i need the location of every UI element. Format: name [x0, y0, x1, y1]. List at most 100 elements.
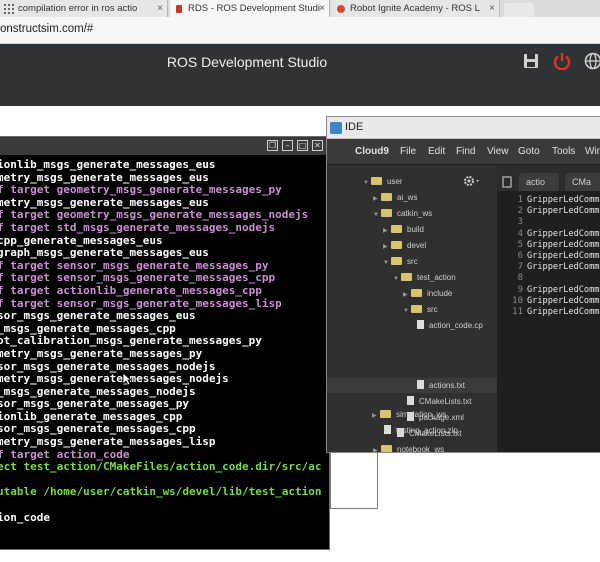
- line-number: 2: [517, 206, 523, 217]
- new-tab-button[interactable]: [504, 3, 534, 17]
- terminal-line: sor_msgs_generate_messages_nodejs: [0, 360, 216, 373]
- menu-tools[interactable]: Tools: [552, 146, 575, 157]
- terminal-line: metry_msgs_generate_messages_eus: [0, 171, 209, 184]
- tab-close-icon[interactable]: ×: [489, 0, 495, 17]
- save-icon[interactable]: [522, 52, 540, 70]
- menu-cloud9[interactable]: Cloud9: [355, 146, 389, 157]
- terminal-line: ionlib_generate_messages_cpp: [0, 410, 183, 423]
- terminal-window[interactable]: ❐ – □ ✕ ionlib_msgs_generate_messages_eu…: [0, 136, 330, 550]
- menu-view[interactable]: View: [487, 146, 509, 157]
- selected-row-highlight: [327, 378, 497, 393]
- code-line: GripperLedComma: [527, 262, 600, 273]
- folder-icon: [391, 225, 402, 233]
- globe-icon[interactable]: [584, 52, 600, 70]
- menu-window[interactable]: Win: [585, 146, 600, 157]
- grid-icon: [4, 4, 14, 14]
- browser-tab-label: Robot Ignite Academy - ROS L: [350, 3, 480, 14]
- code-line: GripperLedComma: [527, 228, 600, 239]
- power-icon[interactable]: [553, 52, 571, 71]
- terminal-line: metry_msgs_generate_messages_nodejs: [0, 373, 229, 386]
- terminal-titlebar[interactable]: ❐ – □ ✕: [0, 137, 329, 155]
- screen: compilation error in ros actio × RDS - R…: [0, 0, 600, 562]
- folder-icon: [411, 305, 422, 313]
- line-number-gutter: 1 2 3 4 5 6 7 8 9 10 11: [497, 195, 523, 318]
- tree-item-cmakelists[interactable]: CMakeLists.txt: [397, 427, 461, 441]
- terminal-line: _msgs_generate_messages_nodejs: [0, 385, 196, 398]
- tree-item-include[interactable]: ▶ include: [403, 287, 452, 301]
- file-tree: ▼ user ▶ ai_ws ▼ catkin_ws ▶ build ▶ devel ▼ s…: [327, 165, 497, 452]
- minimize-icon[interactable]: –: [282, 140, 293, 151]
- tree-item-src-inner[interactable]: ▼ src: [403, 303, 438, 317]
- terminal-line: f target action_code: [0, 448, 130, 461]
- folder-icon: [381, 445, 392, 452]
- maximize-icon[interactable]: □: [297, 140, 308, 151]
- tree-item-catkin-ws[interactable]: ▼ catkin_ws: [373, 207, 432, 221]
- file-icon: [417, 320, 424, 329]
- folder-icon: [381, 193, 392, 201]
- terminal-line: f target sensor_msgs_generate_messages_p…: [0, 259, 269, 272]
- browser-tab-robot-ignite[interactable]: Robot Ignite Academy - ROS L ×: [332, 0, 500, 17]
- tree-item-actions-txt[interactable]: actions.txt: [417, 379, 465, 393]
- terminal-line: f target std_msgs_generate_messages_node…: [0, 221, 276, 234]
- tree-item-devel[interactable]: ▶ devel: [383, 239, 426, 253]
- editor-tab-cmakelists[interactable]: CMa: [565, 173, 600, 191]
- line-number: 5: [517, 239, 523, 250]
- code-line: GripperLedComma: [527, 295, 600, 306]
- terminal-line: f target geometry_msgs_generate_messages…: [0, 209, 309, 222]
- browser-tab-rds[interactable]: RDS - ROS Development Studi ×: [170, 0, 330, 17]
- code-line: GripperLedComma: [527, 206, 600, 217]
- terminal-line: sor_msgs_generate_messages_cpp: [0, 423, 196, 436]
- ide-titlebar[interactable]: IDE: [327, 117, 600, 139]
- menu-goto[interactable]: Goto: [518, 146, 540, 157]
- app-header: ROS Development Studio: [0, 44, 600, 106]
- folder-icon: [411, 289, 422, 297]
- editor-tabbar: actio CMa: [497, 165, 600, 191]
- gear-icon[interactable]: [463, 174, 483, 186]
- line-number: 8: [517, 273, 523, 284]
- address-text: onstructsim.com/#: [0, 23, 94, 35]
- robot-icon: [174, 4, 184, 14]
- terminal-line: ot_calibration_msgs_generate_messages_py: [0, 335, 262, 348]
- terminal-line: f target sensor_msgs_generate_messages_c…: [0, 272, 276, 285]
- ide-window[interactable]: IDE Cloud9 File Edit Find View Goto Tool…: [326, 116, 600, 453]
- tree-item-notebook-ws[interactable]: ▶ notebook_ws: [373, 443, 444, 452]
- tree-item-test-action[interactable]: ▼ test_action: [393, 271, 456, 285]
- tree-item-src[interactable]: ▼ src: [383, 255, 418, 269]
- code-content[interactable]: GripperLedComma GripperLedComma GripperLed…: [527, 195, 600, 318]
- menu-file[interactable]: File: [400, 146, 416, 157]
- tree-item-cmakelists-inner[interactable]: CMakeLists.txt: [407, 395, 471, 409]
- restore-icon[interactable]: ❐: [267, 140, 278, 151]
- terminal-line: ionlib_msgs_generate_messages_eus: [0, 159, 216, 171]
- tree-item-build[interactable]: ▶ build: [383, 223, 424, 237]
- terminal-line: f target sensor_msgs_generate_messages_l…: [0, 297, 282, 310]
- terminal-line: sor_msgs_generate_messages_eus: [0, 310, 196, 323]
- background-window: [330, 452, 378, 509]
- menu-edit[interactable]: Edit: [428, 146, 445, 157]
- line-number: 3: [517, 217, 523, 228]
- terminal-line: metry_msgs_generate_messages_py: [0, 347, 203, 360]
- tab-close-icon[interactable]: ×: [157, 0, 163, 17]
- tab-close-icon[interactable]: ×: [319, 0, 325, 17]
- menu-find[interactable]: Find: [456, 146, 475, 157]
- terminal-output[interactable]: ionlib_msgs_generate_messages_eus metry_m…: [0, 159, 329, 524]
- editor-tab-actions[interactable]: actio: [519, 173, 559, 191]
- tree-item-action-code-cpp[interactable]: action_code.cp: [417, 319, 483, 333]
- line-number: 9: [517, 284, 523, 295]
- terminal-line: f target geometry_msgs_generate_messages…: [0, 184, 282, 197]
- terminal-line: metry_msgs_generate_messages_lisp: [0, 436, 216, 449]
- mouse-cursor: [122, 372, 133, 386]
- code-editor[interactable]: actio CMa 1 2 3 4 5 6 7 8 9 10 11 GripperLedComma G…: [497, 165, 600, 452]
- close-icon[interactable]: ✕: [312, 140, 323, 151]
- address-bar[interactable]: onstructsim.com/#: [0, 17, 600, 44]
- browser-tab-compilation-error[interactable]: compilation error in ros actio ×: [0, 0, 168, 17]
- terminal-line: sor_msgs_generate_messages_py: [0, 398, 190, 411]
- tree-item-user[interactable]: ▼ user: [363, 175, 403, 189]
- line-number: 4: [517, 228, 523, 239]
- line-number: 11: [512, 307, 523, 318]
- ide-title: IDE: [345, 121, 364, 133]
- tree-item-ai-ws[interactable]: ▶ ai_ws: [373, 191, 417, 205]
- code-line: GripperLedComma: [527, 284, 600, 295]
- tree-item-package-xml[interactable]: package.xml: [407, 411, 464, 425]
